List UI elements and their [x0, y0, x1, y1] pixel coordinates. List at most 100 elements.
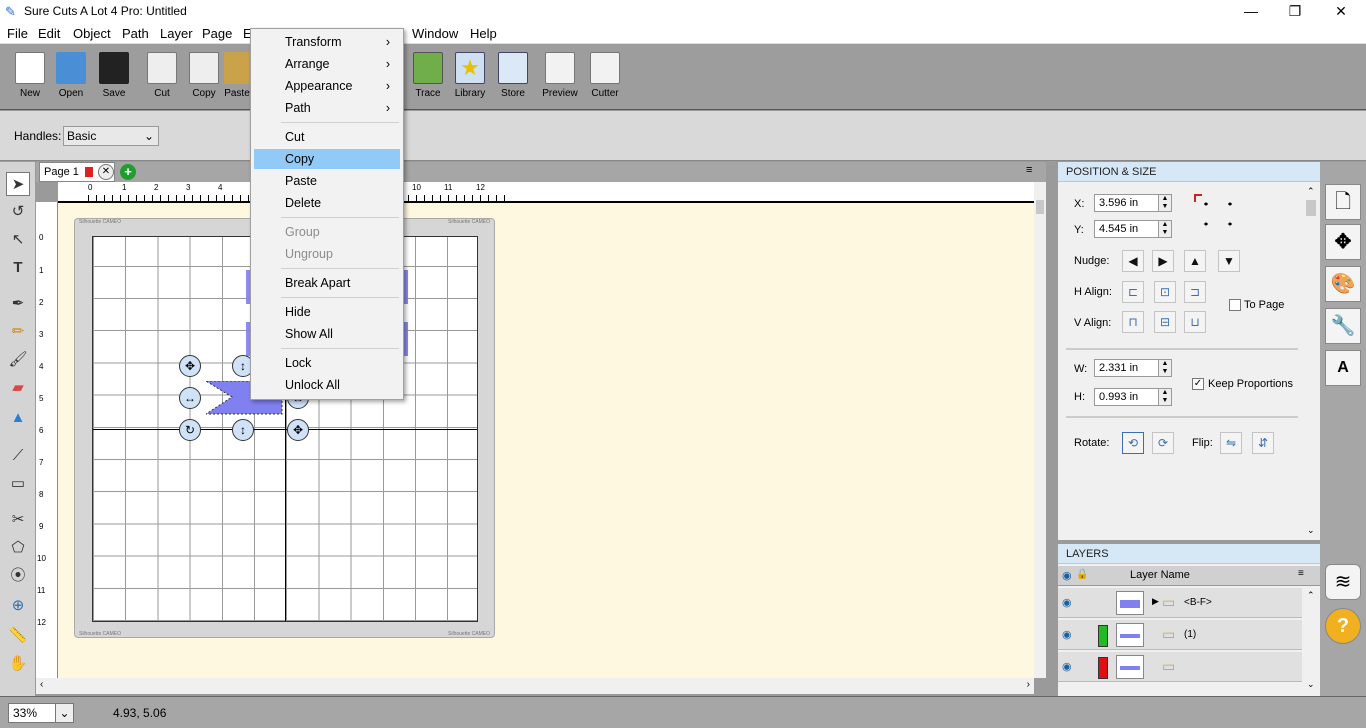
- menu-item-lock[interactable]: Lock: [254, 353, 400, 373]
- menu-file[interactable]: File: [7, 26, 28, 41]
- shape-tool-icon[interactable]: ▲: [6, 406, 30, 430]
- menu-path[interactable]: Path: [122, 26, 149, 41]
- menu-item-paste[interactable]: Paste: [254, 171, 400, 191]
- store-button[interactable]: Store: [491, 52, 535, 99]
- height-field[interactable]: 0.993 in: [1094, 388, 1160, 406]
- maximize-button[interactable]: ❐: [1272, 0, 1318, 24]
- align-right-icon[interactable]: ⊐: [1184, 281, 1206, 303]
- panel-scrollbar[interactable]: ⌃ ⌄: [1304, 184, 1318, 538]
- expand-arrow-icon[interactable]: ▶: [1152, 596, 1159, 607]
- layers-stack-icon[interactable]: ≋: [1325, 564, 1361, 600]
- rotate-right-icon[interactable]: ⟳: [1152, 432, 1174, 454]
- copy-button[interactable]: Copy: [182, 52, 226, 99]
- layer-row[interactable]: ◉ ▭ (1): [1058, 620, 1302, 650]
- visibility-eye-icon[interactable]: ◉: [1062, 628, 1072, 641]
- to-page-checkbox[interactable]: [1229, 299, 1241, 311]
- add-page-icon[interactable]: +: [120, 164, 136, 180]
- zoom-select[interactable]: 33% ⌄: [8, 703, 74, 723]
- y-stepper[interactable]: ▲ ▼: [1158, 220, 1172, 238]
- pencil-tool-icon[interactable]: ✏: [6, 320, 30, 344]
- paste-button[interactable]: Paste: [224, 52, 250, 99]
- flip-horizontal-icon[interactable]: ⇋: [1220, 432, 1242, 454]
- nudge-down-icon[interactable]: ▼: [1218, 250, 1240, 272]
- measure-tool-icon[interactable]: 📏: [6, 624, 30, 648]
- scroll-right-icon[interactable]: ›: [1027, 679, 1030, 690]
- menu-item-show-all[interactable]: Show All: [254, 324, 400, 344]
- weld-tool-icon[interactable]: ⦿: [6, 564, 30, 588]
- scroll-down-icon[interactable]: ⌄: [1307, 525, 1315, 536]
- menu-item-delete[interactable]: Delete: [254, 193, 400, 213]
- open-button[interactable]: Open: [49, 52, 93, 99]
- zoom-tool-icon[interactable]: ⊕: [6, 594, 30, 618]
- knife-tool-icon[interactable]: ✂: [6, 508, 30, 532]
- flip-vertical-icon[interactable]: ⇵: [1252, 432, 1274, 454]
- scroll-left-icon[interactable]: ‹: [40, 679, 43, 690]
- handles-select[interactable]: Basic ⌄: [63, 126, 159, 146]
- move-arrows-icon[interactable]: ✥: [1325, 224, 1361, 260]
- align-center-h-icon[interactable]: ⊡: [1154, 281, 1176, 303]
- width-field[interactable]: 2.331 in: [1094, 359, 1160, 377]
- trace-button[interactable]: Trace: [406, 52, 450, 99]
- menu-page[interactable]: Page: [202, 26, 232, 41]
- menu-item-transform[interactable]: Transform ›: [254, 32, 400, 52]
- nudge-right-icon[interactable]: ▶: [1152, 250, 1174, 272]
- y-field[interactable]: 4.545 in: [1094, 220, 1160, 238]
- menu-item-hide[interactable]: Hide: [254, 302, 400, 322]
- new-button[interactable]: New: [8, 52, 52, 99]
- menu-edit[interactable]: Edit: [38, 26, 60, 41]
- width-stepper[interactable]: ▲ ▼: [1158, 359, 1172, 377]
- tab-menu-icon[interactable]: ≡: [1026, 164, 1032, 176]
- canvas-vertical-scrollbar[interactable]: [1034, 182, 1046, 678]
- align-bottom-icon[interactable]: ⊔: [1184, 311, 1206, 333]
- resize-vertical-handle-icon[interactable]: ↕: [232, 419, 254, 441]
- document-icon[interactable]: 🗋: [1325, 184, 1361, 220]
- layer-row[interactable]: ◉ ▭: [1058, 652, 1302, 682]
- layer-row[interactable]: ◉ ▶ ▭ <B-F>: [1058, 588, 1302, 618]
- menu-help[interactable]: Help: [470, 26, 497, 41]
- panel-menu-icon[interactable]: ≡: [1298, 568, 1304, 579]
- scroll-up-icon[interactable]: ⌃: [1307, 590, 1315, 601]
- menu-window[interactable]: Window: [412, 26, 458, 41]
- brush-tool-icon[interactable]: 🖌: [6, 348, 30, 372]
- move-handle-icon[interactable]: ✥: [179, 355, 201, 377]
- menu-layer[interactable]: Layer: [160, 26, 193, 41]
- x-field[interactable]: 3.596 in: [1094, 194, 1160, 212]
- help-icon[interactable]: ?: [1325, 608, 1361, 644]
- select-tool-icon[interactable]: ➤: [6, 172, 30, 196]
- scroll-up-icon[interactable]: ⌃: [1307, 186, 1315, 197]
- align-middle-v-icon[interactable]: ⊟: [1154, 311, 1176, 333]
- pen-tool-icon[interactable]: ✒: [6, 292, 30, 316]
- font-size-icon[interactable]: A: [1325, 350, 1361, 386]
- close-button[interactable]: ✕: [1318, 0, 1364, 24]
- resize-horizontal-handle-icon[interactable]: ↔: [179, 387, 201, 409]
- eraser-tool-icon[interactable]: ▰: [6, 376, 30, 400]
- palette-icon[interactable]: 🎨: [1325, 266, 1361, 302]
- wrench-icon[interactable]: 🔧: [1325, 308, 1361, 344]
- menu-item-appearance[interactable]: Appearance ›: [254, 76, 400, 96]
- align-left-icon[interactable]: ⊏: [1122, 281, 1144, 303]
- transform-tool-icon[interactable]: ⬠: [6, 536, 30, 560]
- scroll-thumb[interactable]: [1036, 200, 1044, 214]
- gradient-tool-icon[interactable]: ▭: [6, 472, 30, 496]
- node-select-tool-icon[interactable]: ↖: [6, 228, 30, 252]
- close-page-icon[interactable]: ✕: [98, 164, 114, 180]
- rotate-left-icon[interactable]: ⟲: [1122, 432, 1144, 454]
- layers-scrollbar[interactable]: ⌃ ⌄: [1304, 588, 1318, 692]
- save-button[interactable]: Save: [92, 52, 136, 99]
- move-handle-icon[interactable]: ✥: [287, 419, 309, 441]
- menu-item-unlock-all[interactable]: Unlock All: [254, 375, 400, 395]
- nudge-up-icon[interactable]: ▲: [1184, 250, 1206, 272]
- height-stepper[interactable]: ▲ ▼: [1158, 388, 1172, 406]
- menu-item-path[interactable]: Path ›: [254, 98, 400, 118]
- visibility-eye-icon[interactable]: ◉: [1062, 660, 1072, 673]
- eyedropper-tool-icon[interactable]: ⟋: [6, 444, 30, 468]
- scroll-down-icon[interactable]: ⌄: [1307, 679, 1315, 690]
- keep-proportions-checkbox[interactable]: ✓: [1192, 378, 1204, 390]
- menu-item-break-apart[interactable]: Break Apart: [254, 273, 400, 293]
- canvas-horizontal-scrollbar[interactable]: ‹ ›: [36, 678, 1034, 694]
- text-tool-icon[interactable]: T: [6, 256, 30, 280]
- x-stepper[interactable]: ▲ ▼: [1158, 194, 1172, 212]
- menu-object[interactable]: Object: [73, 26, 111, 41]
- minimize-button[interactable]: —: [1228, 0, 1274, 24]
- rotate-handle-icon[interactable]: ↻: [179, 419, 201, 441]
